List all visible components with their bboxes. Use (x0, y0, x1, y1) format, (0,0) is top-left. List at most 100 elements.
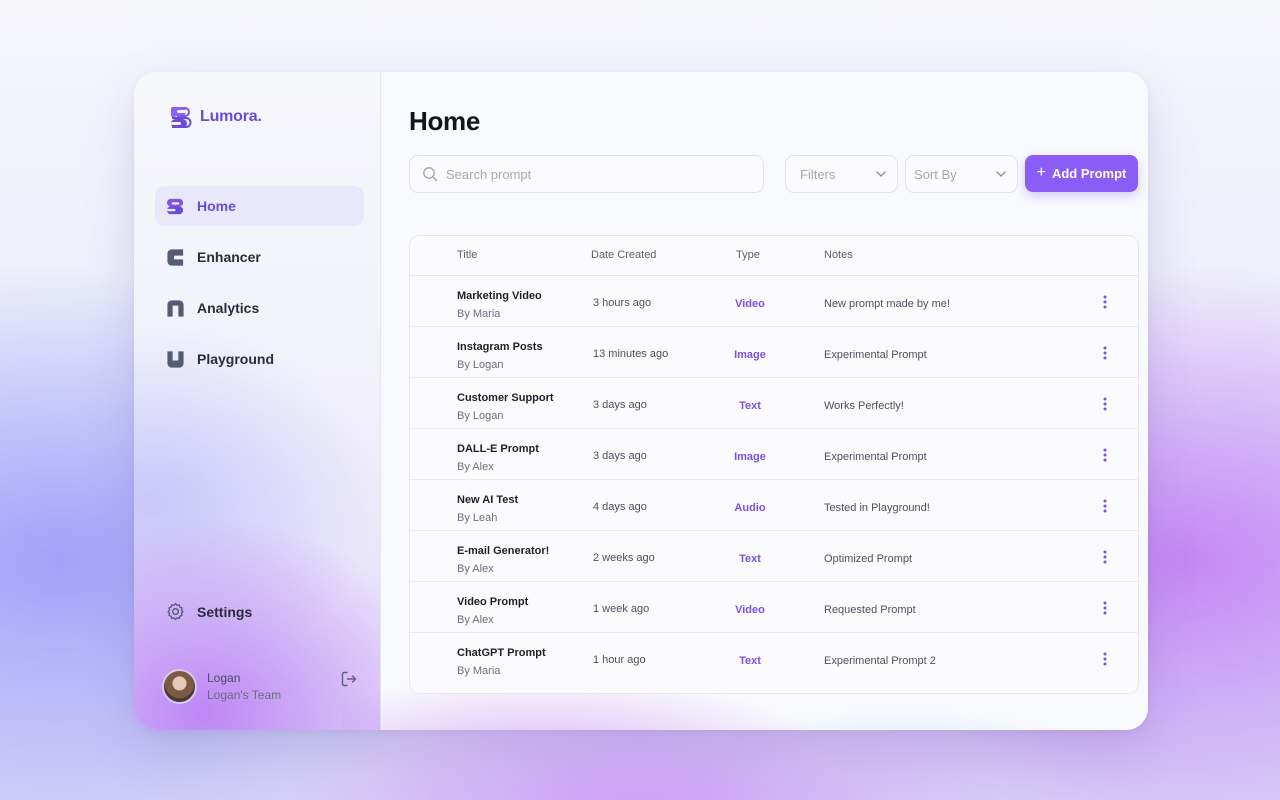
column-header-notes[interactable]: Notes (824, 249, 853, 261)
row-type: Video (735, 298, 765, 310)
sidebar-item-home[interactable]: Home (155, 186, 364, 226)
row-author: By Logan (457, 359, 504, 371)
row-title: ChatGPT Prompt (457, 647, 546, 659)
column-header-title[interactable]: Title (457, 249, 477, 261)
add-prompt-button[interactable]: + Add Prompt (1025, 155, 1138, 192)
row-type: Text (739, 655, 761, 667)
app-name: Lumora. (200, 108, 262, 125)
row-type: Text (739, 553, 761, 565)
user-team: Logan's Team (207, 688, 282, 702)
sidebar-item-label: Analytics (197, 300, 260, 316)
row-notes: Experimental Prompt 2 (824, 655, 936, 667)
more-options-icon[interactable] (1098, 649, 1112, 669)
table-row[interactable]: ChatGPT Prompt By Maria 1 hour ago Text … (410, 633, 1138, 684)
row-title: Marketing Video (457, 290, 542, 302)
main-content: Home Filters Sort By + Add Prompt (341, 72, 1148, 730)
table-row[interactable]: Marketing Video By Maria 3 hours ago Vid… (410, 276, 1138, 327)
sidebar-item-playground[interactable]: Playground (155, 339, 364, 379)
plus-icon: + (1036, 164, 1046, 181)
row-date: 1 week ago (593, 603, 650, 615)
sidebar-item-analytics[interactable]: Analytics (155, 288, 364, 328)
prompts-table: Title Date Created Type Notes Marketing … (409, 235, 1139, 694)
filters-label: Filters (800, 166, 836, 182)
row-notes: Works Perfectly! (824, 400, 904, 412)
sort-by-dropdown[interactable]: Sort By (905, 155, 1018, 193)
table-row[interactable]: Customer Support By Logan 3 days ago Tex… (410, 378, 1138, 429)
row-author: By Leah (457, 512, 498, 524)
more-options-icon[interactable] (1098, 598, 1112, 618)
table-body: Marketing Video By Maria 3 hours ago Vid… (410, 276, 1138, 684)
home-icon (166, 198, 184, 214)
add-prompt-label: Add Prompt (1051, 166, 1127, 181)
user-name: Logan (207, 671, 241, 685)
filters-dropdown[interactable]: Filters (785, 155, 898, 193)
row-title: Customer Support (457, 392, 554, 404)
more-options-icon[interactable] (1098, 292, 1112, 312)
user-info: Logan Logan's Team (207, 671, 340, 702)
row-notes: New prompt made by me! (824, 298, 950, 310)
row-type: Text (739, 400, 761, 412)
search-box[interactable] (409, 155, 764, 193)
row-author: By Alex (457, 461, 494, 473)
row-author: By Logan (457, 410, 504, 422)
settings-label: Settings (197, 603, 253, 620)
search-input[interactable] (446, 166, 746, 182)
row-type: Image (734, 349, 766, 361)
more-options-icon[interactable] (1098, 445, 1112, 465)
row-type: Video (735, 604, 765, 616)
app-window: Lumora. Home Enhancer Analytics Playgrou… (134, 72, 1148, 730)
analytics-icon (167, 299, 184, 317)
gear-icon (167, 603, 184, 621)
sidebar: Lumora. Home Enhancer Analytics Playgrou… (134, 72, 381, 730)
row-date: 4 days ago (593, 501, 647, 513)
enhancer-icon (167, 248, 184, 266)
row-title: Video Prompt (457, 596, 529, 608)
table-row[interactable]: Video Prompt By Alex 1 week ago Video Re… (410, 582, 1138, 633)
logout-icon[interactable] (340, 670, 358, 688)
table-row[interactable]: DALL-E Prompt By Alex 3 days ago Image E… (410, 429, 1138, 480)
row-author: By Alex (457, 563, 494, 575)
chevron-down-icon (996, 171, 1006, 177)
row-date: 3 hours ago (593, 297, 652, 309)
row-notes: Experimental Prompt (824, 349, 927, 361)
row-type: Image (734, 451, 766, 463)
row-author: By Alex (457, 614, 494, 626)
row-title: E-mail Generator! (457, 545, 550, 557)
row-notes: Optimized Prompt (824, 553, 913, 565)
sidebar-item-label: Home (197, 198, 236, 214)
more-options-icon[interactable] (1098, 496, 1112, 516)
search-icon (423, 167, 438, 182)
sort-by-label: Sort By (914, 166, 957, 182)
row-notes: Tested in Playground! (824, 502, 930, 514)
more-options-icon[interactable] (1098, 343, 1112, 363)
avatar[interactable] (162, 669, 197, 704)
table-row[interactable]: Instagram Posts By Logan 13 minutes ago … (410, 327, 1138, 378)
row-date: 3 days ago (593, 450, 647, 462)
row-date: 2 weeks ago (593, 552, 655, 564)
row-title: DALL-E Prompt (457, 443, 539, 455)
table-header: Title Date Created Type Notes (410, 236, 1138, 276)
logo[interactable]: Lumora. (168, 105, 262, 129)
more-options-icon[interactable] (1098, 547, 1112, 567)
sidebar-item-label: Playground (197, 351, 275, 367)
row-title: Instagram Posts (457, 341, 543, 353)
column-header-date[interactable]: Date Created (591, 249, 656, 261)
user-profile: Logan Logan's Team (162, 669, 358, 704)
chevron-down-icon (876, 171, 886, 177)
page-title: Home (409, 106, 481, 136)
row-date: 13 minutes ago (593, 348, 669, 360)
sidebar-item-enhancer[interactable]: Enhancer (155, 237, 364, 277)
row-type: Audio (734, 502, 766, 514)
column-header-type[interactable]: Type (736, 249, 760, 261)
lumora-logo-icon (171, 107, 192, 128)
more-options-icon[interactable] (1098, 394, 1112, 414)
table-row[interactable]: E-mail Generator! By Alex 2 weeks ago Te… (410, 531, 1138, 582)
row-date: 1 hour ago (593, 654, 646, 666)
row-author: By Maria (457, 308, 501, 320)
playground-icon (167, 350, 184, 368)
row-date: 3 days ago (593, 399, 647, 411)
settings-button[interactable]: Settings (166, 602, 252, 621)
sidebar-nav: Home Enhancer Analytics Playground (155, 186, 364, 390)
table-row[interactable]: New AI Test By Leah 4 days ago Audio Tes… (410, 480, 1138, 531)
row-notes: Requested Prompt (824, 604, 916, 616)
